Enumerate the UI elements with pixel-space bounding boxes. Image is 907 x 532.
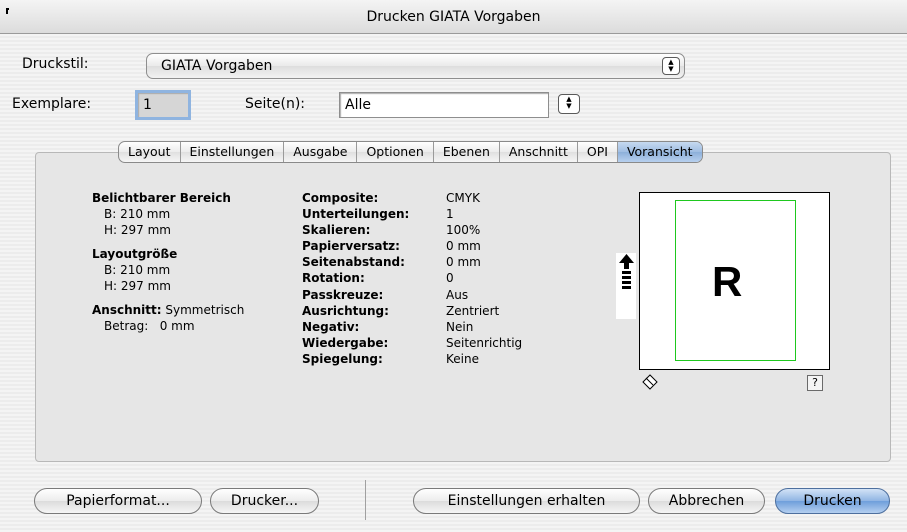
setting-value: Seitenrichtig [446, 335, 523, 350]
abbrechen-button[interactable]: Abbrechen [648, 488, 765, 514]
tab-anschnitt[interactable]: Anschnitt [500, 142, 578, 162]
papierformat-button[interactable]: Papierformat... [34, 488, 202, 514]
print-dialog: Drucken GIATA Vorgaben Druckstil: GIATA … [0, 0, 907, 532]
tab-bar: Layout Einstellungen Ausgabe Optionen Eb… [118, 141, 703, 163]
title-bar: Drucken GIATA Vorgaben [0, 0, 907, 34]
anschnitt-label: Anschnitt: [92, 303, 162, 317]
preview-page-letter: R [712, 258, 743, 305]
setting-label: Skalieren: [302, 223, 371, 238]
page-orientation-icon [642, 374, 658, 390]
setting-label: Papierversatz: [302, 239, 400, 254]
tab-ebenen[interactable]: Ebenen [434, 142, 500, 162]
summary-column: Belichtbarer Bereich B: 210 mm H: 297 mm… [92, 190, 244, 334]
tab-voransicht[interactable]: Voransicht [617, 142, 702, 162]
layoutgroesse-title: Layoutgröße [92, 247, 178, 261]
belichtbar-height: H: 297 mm [104, 223, 171, 237]
button-separator [365, 480, 366, 520]
drucken-button[interactable]: Drucken [775, 488, 890, 514]
setting-label: Negativ: [302, 319, 360, 334]
einstellungen-erhalten-button[interactable]: Einstellungen erhalten [413, 488, 640, 514]
setting-label: Spiegelung: [302, 351, 383, 366]
setting-value: Nein [446, 319, 474, 334]
tab-einstellungen[interactable]: Einstellungen [181, 142, 285, 162]
setting-value: 0 mm [446, 255, 481, 270]
setting-value: Keine [446, 351, 479, 366]
setting-value: CMYK [446, 191, 480, 205]
setting-label: Wiedergabe: [302, 335, 389, 350]
popup-arrows-icon: ▲ ▼ [662, 57, 680, 75]
feed-direction-arrow-icon [619, 254, 634, 289]
setting-label: Passkreuze: [302, 287, 384, 302]
setting-value: 0 [446, 271, 454, 286]
tab-layout[interactable]: Layout [119, 142, 181, 162]
settings-labels: Composite: Unterteilungen: Skalieren: Pa… [302, 190, 409, 367]
betrag-label: Betrag: [104, 319, 149, 333]
settings-values: CMYK 1 100% 0 mm 0 mm 0 Aus Zentriert Ne… [446, 190, 522, 367]
setting-label: Seitenabstand: [302, 255, 405, 270]
druckstil-popup[interactable]: GIATA Vorgaben ▲ ▼ [146, 53, 685, 79]
help-button[interactable]: ? [807, 375, 823, 391]
seiten-field[interactable]: Alle [339, 92, 549, 118]
setting-label: Rotation: [302, 271, 365, 286]
exemplare-field[interactable]: 1 [135, 90, 191, 120]
exemplare-label: Exemplare: [12, 96, 92, 112]
seiten-label: Seite(n): [245, 96, 306, 112]
setting-value: Aus [446, 287, 469, 302]
druckstil-label: Druckstil: [22, 56, 89, 72]
setting-value: 1 [446, 207, 454, 222]
setting-label: Ausrichtung: [302, 303, 389, 318]
window-corner-mark [6, 8, 9, 14]
seiten-popup-button[interactable]: ▲ ▼ [558, 94, 580, 114]
setting-value: Zentriert [446, 303, 500, 318]
setting-label: Unterteilungen: [302, 207, 410, 222]
layoutgroesse-width: B: 210 mm [104, 263, 171, 277]
betrag-value: 0 mm [159, 319, 195, 333]
tab-optionen[interactable]: Optionen [357, 142, 434, 162]
tab-ausgabe[interactable]: Ausgabe [284, 142, 358, 162]
belichtbar-title: Belichtbarer Bereich [92, 191, 231, 205]
belichtbar-width: B: 210 mm [104, 207, 171, 221]
tab-opi[interactable]: OPI [578, 142, 618, 162]
druckstil-value: GIATA Vorgaben [161, 58, 273, 74]
window-title: Drucken GIATA Vorgaben [366, 8, 541, 25]
setting-value: 100% [446, 223, 481, 238]
anschnitt-value: Symmetrisch [165, 303, 245, 317]
setting-label: Composite: [302, 191, 379, 205]
layoutgroesse-height: H: 297 mm [104, 279, 171, 293]
setting-value: 0 mm [446, 239, 481, 254]
drucker-button[interactable]: Drucker... [210, 488, 319, 514]
